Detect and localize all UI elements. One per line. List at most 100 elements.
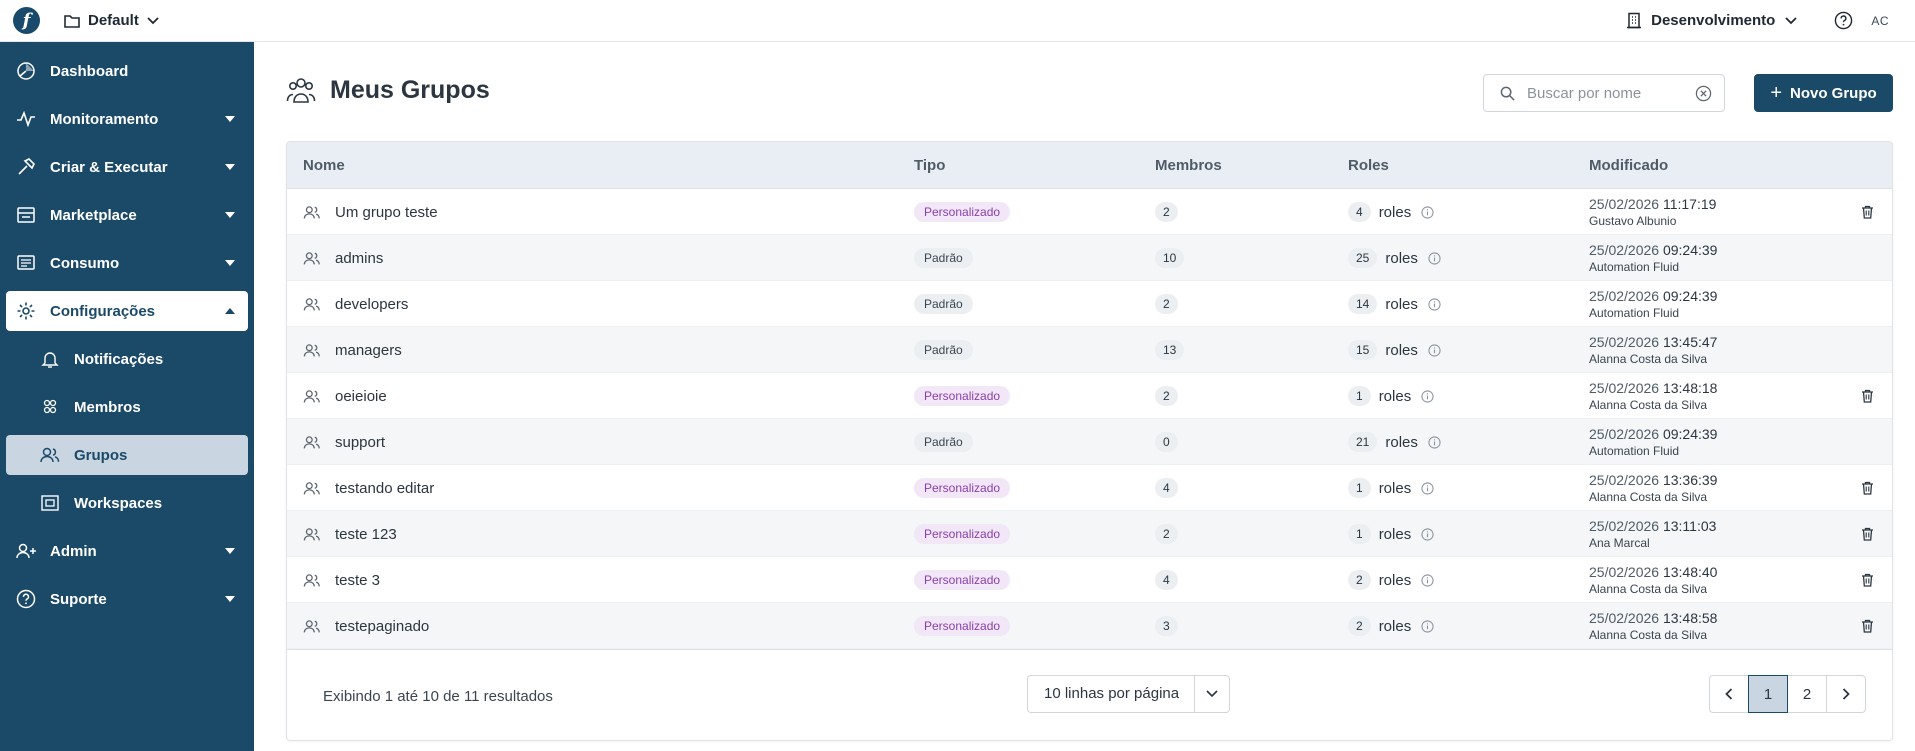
members-count: 3 [1155, 616, 1178, 636]
sidebar-item-marketplace[interactable]: Marketplace [0, 191, 254, 239]
group-name[interactable]: managers [335, 342, 402, 359]
sidebar-item-monitoramento[interactable]: Monitoramento [0, 95, 254, 143]
sidebar-subitem-grupos[interactable]: Grupos [6, 435, 248, 475]
header-roles[interactable]: Roles [1348, 157, 1389, 174]
workspace-selector[interactable]: Default [64, 12, 167, 29]
group-name[interactable]: testando editar [335, 480, 434, 497]
type-cell: Personalizado [914, 603, 1011, 649]
group-icon [303, 343, 321, 358]
caret-down-icon [225, 260, 235, 266]
roles-cell: 14 roles [1348, 281, 1441, 327]
info-icon[interactable] [1421, 573, 1434, 587]
roles-count: 1 [1348, 386, 1371, 406]
info-icon[interactable] [1421, 481, 1434, 495]
folder-icon [64, 14, 80, 28]
sidebar-subitem-notificacoes[interactable]: Notificações [0, 335, 254, 383]
info-icon[interactable] [1428, 297, 1441, 311]
info-icon[interactable] [1428, 435, 1441, 449]
new-group-button[interactable]: + Novo Grupo [1754, 74, 1893, 112]
type-cell: Personalizado [914, 373, 1011, 419]
table-row[interactable]: teste 3 Personalizado 4 2 roles 25/02/2026 13… [287, 557, 1892, 603]
caret-down-icon [225, 548, 235, 554]
help-icon[interactable] [1833, 11, 1853, 31]
rows-per-page-label: 10 linhas por página [1028, 676, 1195, 712]
search-input[interactable] [1527, 84, 1687, 102]
groups-icon [38, 443, 62, 467]
group-name[interactable]: teste 3 [335, 572, 380, 589]
sidebar-item-label: Marketplace [50, 206, 137, 224]
table-row[interactable]: developers Padrão 2 14 roles 25/02/2026 09:24… [287, 281, 1892, 327]
clear-search-icon[interactable] [1695, 85, 1712, 102]
modified-time: 13:48:58 [1662, 610, 1718, 626]
group-name[interactable]: support [335, 434, 385, 451]
table-row[interactable]: testando editar Personalizado 4 1 roles 25/02… [287, 465, 1892, 511]
group-name-cell: testepaginado [303, 603, 429, 649]
table-row[interactable]: support Padrão 0 21 roles 25/02/2026 09:24:39… [287, 419, 1892, 465]
table-row[interactable]: oeieioie Personalizado 2 1 roles 25/02/2026 1… [287, 373, 1892, 419]
roles-label: roles [1385, 341, 1418, 359]
sidebar-item-dashboard[interactable]: Dashboard [0, 47, 254, 95]
group-name[interactable]: oeieioie [335, 388, 387, 405]
sidebar-item-configuracoes[interactable]: Configurações [6, 291, 248, 331]
group-name[interactable]: testepaginado [335, 618, 429, 635]
info-icon[interactable] [1421, 389, 1434, 403]
page-button-1[interactable]: 1 [1748, 675, 1788, 713]
top-bar: f Default Desenvolvimento AC [0, 0, 1915, 42]
group-name[interactable]: admins [335, 250, 383, 267]
environment-label: Desenvolvimento [1651, 12, 1776, 29]
sidebar-item-suporte[interactable]: Suporte [0, 575, 254, 623]
group-icon [303, 389, 321, 404]
type-cell: Padrão [914, 419, 973, 465]
group-name[interactable]: developers [335, 296, 408, 313]
sidebar-item-criar-executar[interactable]: Criar & Executar [0, 143, 254, 191]
delete-icon[interactable] [1861, 373, 1874, 419]
group-icon [303, 619, 321, 634]
info-icon[interactable] [1421, 619, 1434, 633]
table-row[interactable]: admins Padrão 10 25 roles 25/02/2026 09:24:39… [287, 235, 1892, 281]
header-nome[interactable]: Nome [303, 157, 345, 174]
info-icon[interactable] [1421, 205, 1434, 219]
header-modificado[interactable]: Modificado [1589, 157, 1668, 174]
table-row[interactable]: teste 123 Personalizado 2 1 roles 25/02/2026 … [287, 511, 1892, 557]
table-row[interactable]: managers Padrão 13 15 roles 25/02/2026 13:45:… [287, 327, 1892, 373]
user-avatar[interactable]: AC [1871, 14, 1889, 28]
info-icon[interactable] [1421, 527, 1434, 541]
page-header: Meus Grupos [286, 76, 490, 105]
roles-cell: 21 roles [1348, 419, 1441, 465]
table-row[interactable]: testepaginado Personalizado 3 2 roles 25/02/2… [287, 603, 1892, 649]
header-tipo[interactable]: Tipo [914, 157, 945, 174]
sidebar-subitem-workspaces[interactable]: Workspaces [0, 479, 254, 527]
next-page-button[interactable] [1826, 675, 1866, 713]
info-icon[interactable] [1428, 251, 1441, 265]
info-icon[interactable] [1428, 343, 1441, 357]
delete-icon[interactable] [1861, 511, 1874, 557]
sidebar-item-consumo[interactable]: Consumo [0, 239, 254, 287]
modified-cell: 25/02/2026 13:48:58 Alanna Costa da Silva [1589, 603, 1717, 649]
prev-page-button[interactable] [1709, 675, 1749, 713]
delete-icon[interactable] [1861, 189, 1874, 235]
type-badge: Personalizado [914, 202, 1011, 222]
roles-cell: 15 roles [1348, 327, 1441, 373]
members-cell: 4 [1155, 557, 1178, 603]
search-field[interactable] [1483, 74, 1725, 112]
sidebar-subitem-membros[interactable]: Membros [0, 383, 254, 431]
environment-selector[interactable]: Desenvolvimento [1626, 12, 1797, 29]
plus-icon: + [1770, 82, 1782, 104]
group-icon [303, 251, 321, 266]
delete-icon[interactable] [1861, 603, 1874, 649]
modified-cell: 25/02/2026 09:24:39 Automation Fluid [1589, 281, 1717, 327]
rows-per-page-select[interactable]: 10 linhas por página [1027, 675, 1230, 713]
table-row[interactable]: Um grupo teste Personalizado 2 4 roles 25/02/… [287, 189, 1892, 235]
new-group-label: Novo Grupo [1790, 84, 1877, 102]
group-name[interactable]: Um grupo teste [335, 204, 438, 221]
delete-icon[interactable] [1861, 465, 1874, 511]
app-logo[interactable]: f [13, 7, 40, 34]
type-badge: Padrão [914, 432, 973, 452]
group-name[interactable]: teste 123 [335, 526, 397, 543]
sidebar-item-admin[interactable]: Admin [0, 527, 254, 575]
header-membros[interactable]: Membros [1155, 157, 1222, 174]
modified-cell: 25/02/2026 11:17:19 Gustavo Albunio [1589, 189, 1716, 235]
group-icon [303, 527, 321, 542]
page-button-2[interactable]: 2 [1787, 675, 1827, 713]
delete-icon[interactable] [1861, 557, 1874, 603]
